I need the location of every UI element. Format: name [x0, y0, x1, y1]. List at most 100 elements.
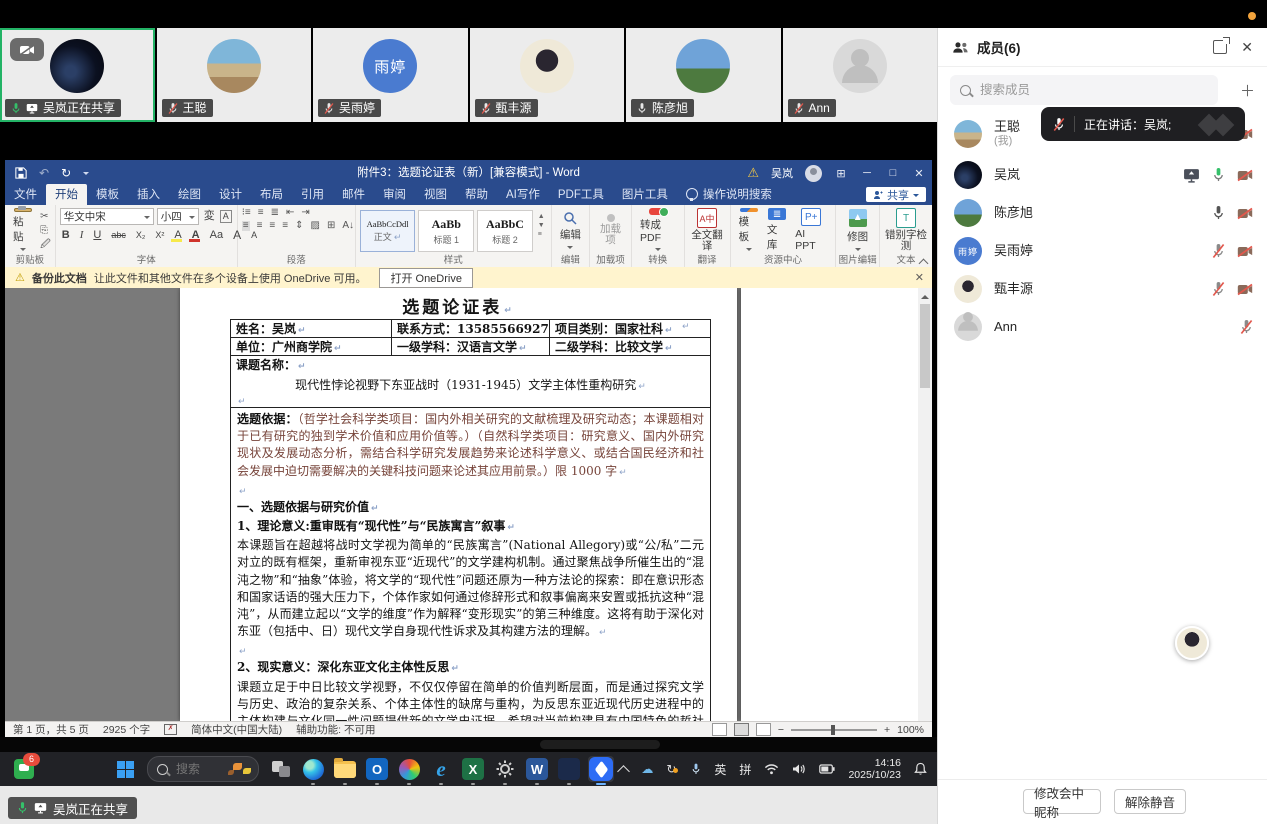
zoom-out-icon[interactable]: −: [778, 724, 784, 736]
cut-icon[interactable]: ✂: [40, 212, 51, 222]
zoom-level[interactable]: 100%: [897, 724, 924, 736]
taskbar-search[interactable]: [147, 756, 259, 782]
styles-gallery-scroll[interactable]: ▲▼≡: [536, 210, 547, 242]
justify-icon[interactable]: ≡: [282, 221, 288, 231]
save-icon[interactable]: [15, 167, 27, 179]
member-row-wuyuting[interactable]: 雨婷 吴雨婷: [938, 232, 1267, 270]
retouch-button[interactable]: ▲修图: [840, 208, 875, 252]
camera-off-icon[interactable]: [1237, 245, 1253, 258]
web-layout-icon[interactable]: [756, 723, 771, 736]
tab-template[interactable]: 模板: [87, 184, 128, 205]
full-text-translate-button[interactable]: A中 全文翻译: [689, 208, 726, 252]
format-painter-icon[interactable]: 🖉: [40, 240, 51, 250]
template-button[interactable]: 模板: [735, 208, 763, 252]
tab-view[interactable]: 视图: [415, 184, 456, 205]
line-spacing-icon[interactable]: ⇕: [295, 221, 303, 231]
taskbar-clock[interactable]: 14:162025/10/23: [848, 757, 901, 781]
tencent-meeting-icon[interactable]: [588, 756, 614, 782]
file-explorer-icon[interactable]: [332, 756, 358, 782]
underline-button[interactable]: U: [91, 228, 103, 243]
close-button[interactable]: ✕: [912, 167, 926, 180]
sync-icon[interactable]: ↻: [666, 762, 678, 776]
undo-icon[interactable]: ↶: [39, 166, 49, 180]
word-icon[interactable]: W: [524, 756, 550, 782]
font-size-select[interactable]: 小四: [157, 208, 199, 225]
tab-pdf-tools[interactable]: PDF工具: [549, 184, 613, 205]
subscript-button[interactable]: X₂: [134, 228, 148, 243]
proofing-error-icon[interactable]: ✗: [164, 724, 177, 735]
member-search-box[interactable]: [950, 75, 1218, 105]
align-center-icon[interactable]: ≡: [257, 221, 263, 231]
wifi-icon[interactable]: [764, 763, 779, 775]
accessibility-status[interactable]: 辅助功能: 不可用: [296, 722, 375, 737]
video-tile-zhenfengyuan[interactable]: 甄丰源: [470, 28, 625, 122]
video-tile-chenyanxu[interactable]: 陈彦旭: [626, 28, 781, 122]
minimize-button[interactable]: ─: [860, 167, 874, 179]
account-avatar[interactable]: [805, 165, 822, 182]
style-heading1[interactable]: AaBb标题 1: [418, 210, 474, 252]
tab-ai-writing[interactable]: AI写作: [497, 184, 549, 205]
tab-file[interactable]: 文件: [5, 184, 46, 205]
quick-access-caret-icon[interactable]: [83, 172, 89, 178]
tab-home[interactable]: 开始: [46, 184, 87, 205]
internet-explorer-icon[interactable]: e: [428, 756, 454, 782]
read-mode-icon[interactable]: [712, 723, 727, 736]
tab-layout[interactable]: 布局: [251, 184, 292, 205]
addins-button[interactable]: 加载项: [594, 208, 627, 252]
style-heading2[interactable]: AaBbC标题 2: [477, 210, 533, 252]
pop-out-panel-icon[interactable]: [1213, 40, 1227, 54]
excel-icon[interactable]: X: [460, 756, 486, 782]
tab-insert[interactable]: 插入: [128, 184, 169, 205]
hidden-icons-chevron[interactable]: [617, 765, 630, 778]
member-row-wulan[interactable]: 吴岚: [938, 156, 1267, 194]
ai-ppt-button[interactable]: P+AI PPT: [791, 208, 831, 252]
multilevel-list-icon[interactable]: ≣: [271, 208, 279, 218]
tell-me-search[interactable]: 操作说明搜索: [677, 184, 781, 205]
taskbar-search-input[interactable]: [174, 761, 212, 777]
tab-references[interactable]: 引用: [292, 184, 333, 205]
member-search-input[interactable]: [978, 82, 1132, 98]
numbered-list-icon[interactable]: ≡: [258, 208, 264, 218]
ribbon-options-icon[interactable]: ⊞: [834, 167, 848, 180]
font-name-select[interactable]: 华文中宋: [60, 208, 154, 225]
edge-browser-icon[interactable]: [300, 756, 326, 782]
document-page-1[interactable]: 选题论证表 ↵ 姓名：吴岚 联系方式：13585566927 项目类别：国家社科…: [180, 288, 737, 721]
photos-icon[interactable]: [396, 756, 422, 782]
mic-on-icon[interactable]: [1212, 167, 1225, 183]
redo-icon[interactable]: ↻: [61, 166, 71, 180]
convert-to-pdf-button[interactable]: 转成PDF: [636, 208, 680, 252]
settings-icon[interactable]: [492, 756, 518, 782]
mic-muted-icon[interactable]: [1240, 319, 1253, 335]
close-panel-icon[interactable]: ✕: [1241, 39, 1253, 56]
phonetic-guide-icon[interactable]: 変: [202, 209, 217, 224]
borders-icon[interactable]: ⊞: [327, 221, 335, 231]
tab-help[interactable]: 帮助: [456, 184, 497, 205]
outlook-icon[interactable]: O: [364, 756, 390, 782]
decrease-indent-icon[interactable]: ⇤: [286, 208, 294, 218]
tab-mailings[interactable]: 邮件: [333, 184, 374, 205]
task-view-button[interactable]: [268, 756, 294, 782]
increase-indent-icon[interactable]: ⇥: [301, 208, 309, 218]
video-tile-wulan[interactable]: 吴岚正在共享: [0, 28, 155, 122]
language-indicator[interactable]: 简体中文(中国大陆): [191, 722, 282, 737]
app-icon-dark[interactable]: [556, 756, 582, 782]
tray-mic-icon[interactable]: [691, 762, 701, 776]
style-normal[interactable]: AaBbCcDdl正文: [360, 210, 416, 252]
font-color-button[interactable]: A: [190, 228, 202, 243]
typo-check-button[interactable]: T错别字检测: [884, 208, 928, 252]
banner-close-icon[interactable]: ✕: [915, 271, 924, 284]
cloud-icon[interactable]: ☁: [641, 762, 653, 776]
volume-icon[interactable]: [792, 763, 806, 775]
library-button[interactable]: ≣文库: [763, 208, 791, 252]
zoom-slider[interactable]: [791, 729, 877, 731]
page-indicator[interactable]: 第 1 页，共 5 页: [13, 722, 89, 737]
battery-icon[interactable]: [819, 764, 835, 774]
text-highlight-button[interactable]: A: [172, 228, 183, 243]
mic-muted-icon[interactable]: [1212, 243, 1225, 259]
scrollbar-thumb[interactable]: [920, 304, 930, 388]
member-row-ann[interactable]: Ann: [938, 308, 1267, 346]
add-member-icon[interactable]: ＋: [1240, 80, 1255, 101]
character-border-icon[interactable]: A: [220, 210, 232, 223]
document-scrollbar[interactable]: [918, 288, 932, 721]
ime-pinyin-indicator[interactable]: 拼: [739, 761, 751, 778]
